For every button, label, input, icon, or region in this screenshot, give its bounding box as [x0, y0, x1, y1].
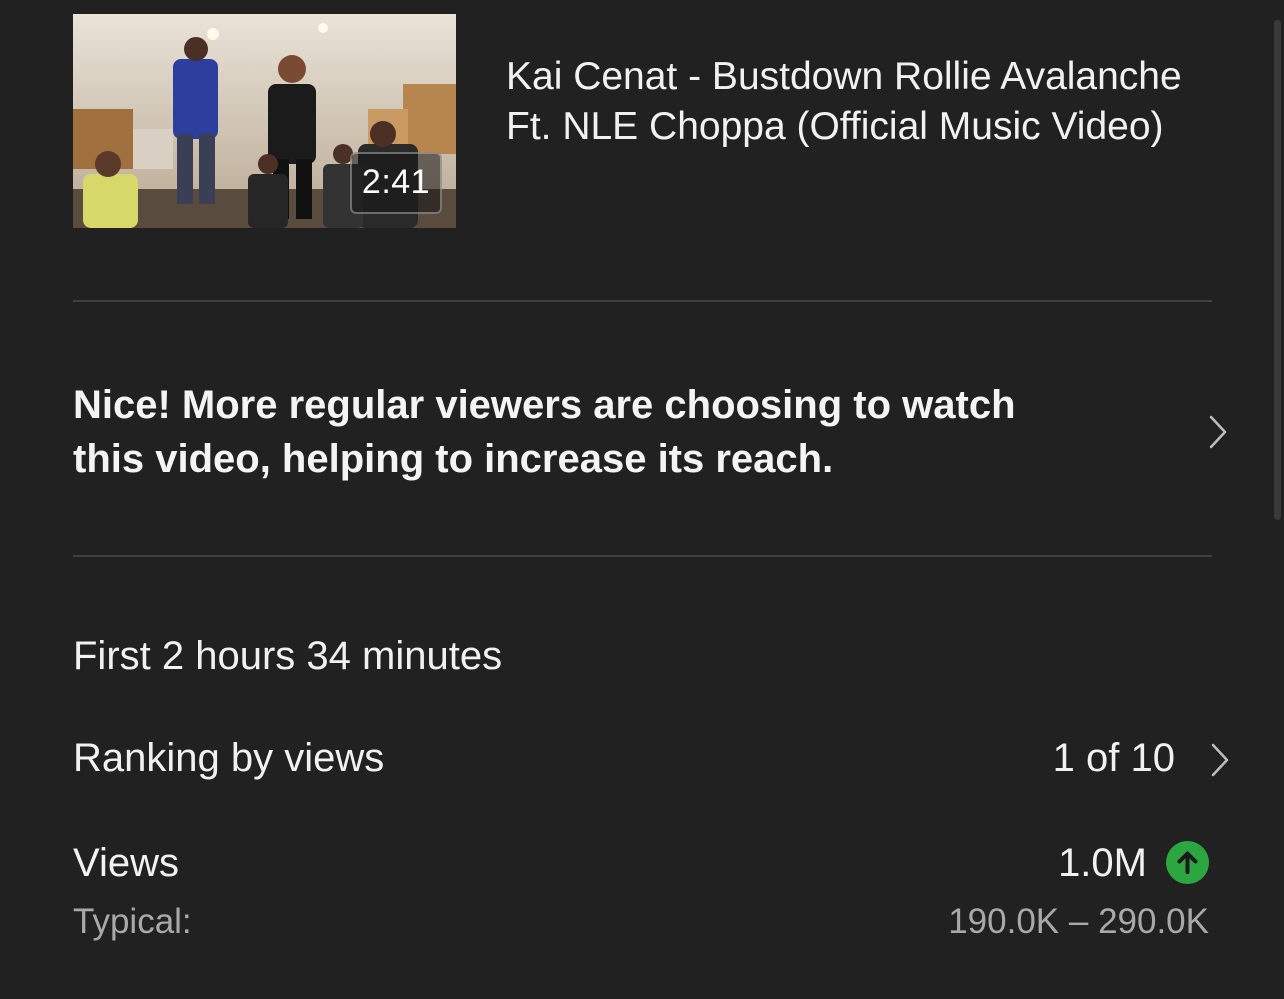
- divider: [73, 300, 1212, 302]
- ranking-value: 1 of 10: [1052, 736, 1175, 780]
- views-row: Views 1.0M Typical: 190.0K – 290.0K: [73, 838, 1209, 948]
- ranking-row[interactable]: Ranking by views 1 of 10: [73, 730, 1233, 790]
- scrollbar-thumb[interactable]: [1274, 20, 1281, 520]
- divider: [73, 555, 1212, 557]
- duration-badge: 2:41: [350, 152, 442, 214]
- scrollbar[interactable]: [1270, 0, 1284, 999]
- chevron-right-icon: [1209, 742, 1231, 778]
- analytics-page: 2:41 Kai Cenat - Bustdown Rollie Avalanc…: [0, 0, 1284, 999]
- chevron-right-icon: [1207, 414, 1229, 450]
- video-thumbnail[interactable]: 2:41: [73, 14, 456, 228]
- views-label: Views: [73, 841, 179, 885]
- ranking-label: Ranking by views: [73, 736, 385, 780]
- typical-range: 190.0K – 290.0K: [948, 902, 1209, 941]
- insight-text: Nice! More regular viewers are choosing …: [73, 383, 1016, 481]
- video-title[interactable]: Kai Cenat - Bustdown Rollie Avalanche Ft…: [506, 52, 1206, 152]
- typical-label: Typical:: [73, 902, 192, 941]
- time-period-label: First 2 hours 34 minutes: [73, 634, 503, 678]
- insight-card[interactable]: Nice! More regular viewers are choosing …: [73, 378, 1243, 488]
- views-value: 1.0M: [1058, 841, 1147, 885]
- arrow-up-icon: [1166, 841, 1209, 884]
